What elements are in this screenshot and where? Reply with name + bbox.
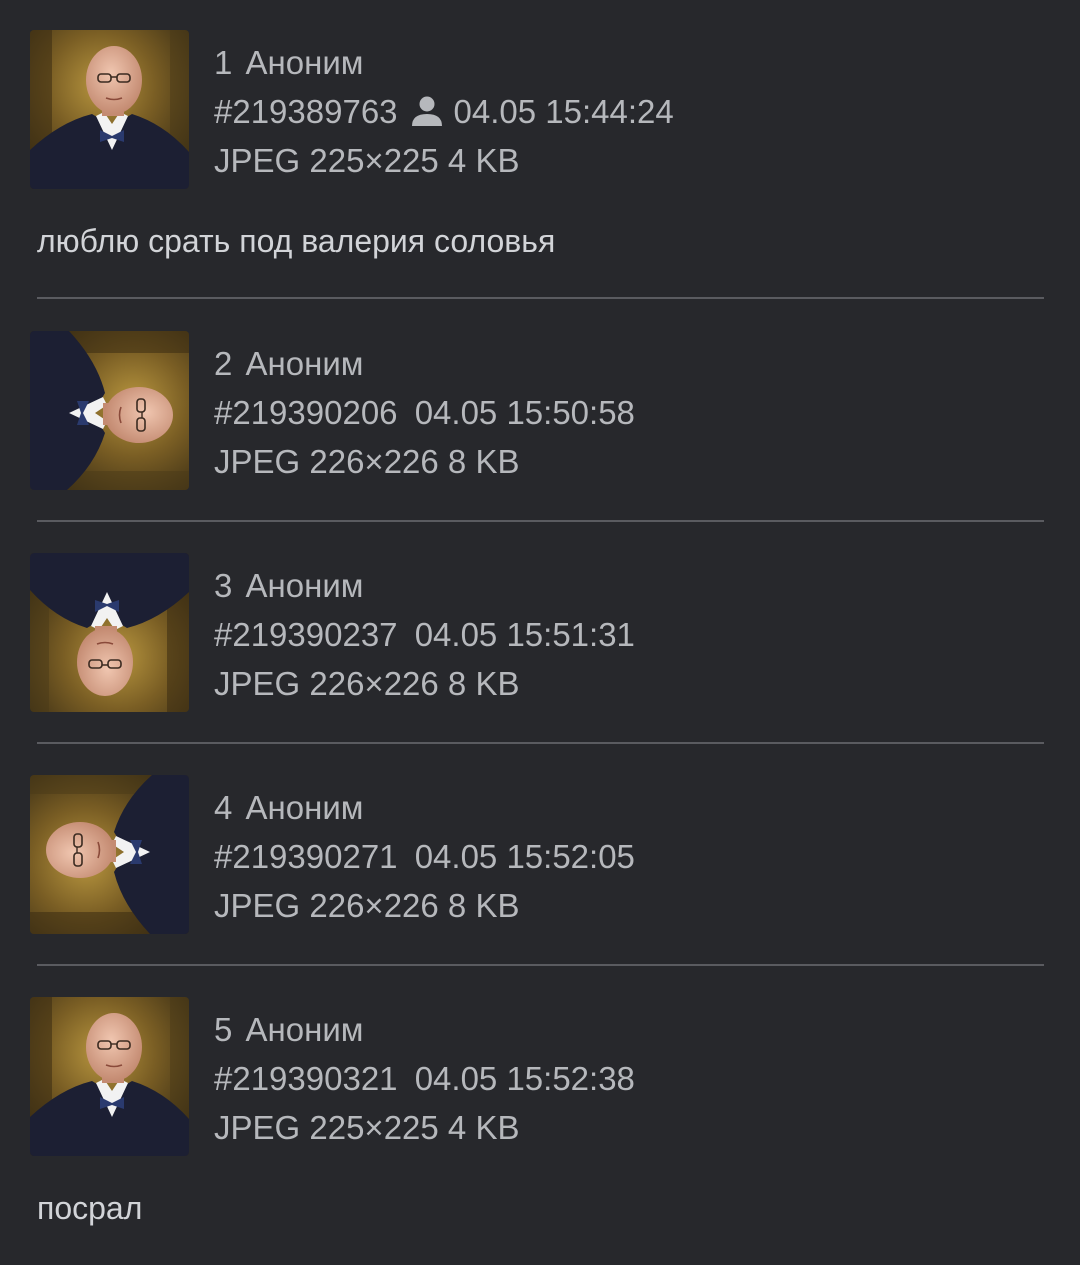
post-datetime: 04.05 15:52:38 <box>414 1060 635 1097</box>
post-comment: посрал <box>37 1190 143 1226</box>
thumbnail-image <box>30 997 189 1156</box>
post-header: 2 Аноним #219390206 04.05 15:50:58 JPEG … <box>214 345 1034 492</box>
person-icon <box>410 95 444 127</box>
post-header: 1 Аноним #219389763 04.05 15:44:24 JPEG 2… <box>214 44 1034 191</box>
file-info-line: JPEG 225×225 4 KB <box>214 1109 1034 1158</box>
post-id-line: #219390237 04.05 15:51:31 <box>214 616 1034 665</box>
post-thumbnail[interactable] <box>30 331 189 490</box>
thumbnail-image <box>30 775 189 934</box>
post-id[interactable]: #219390237 <box>214 616 398 653</box>
post-header: 5 Аноним #219390321 04.05 15:52:38 JPEG … <box>214 1011 1034 1158</box>
thread: 1 Аноним #219389763 04.05 15:44:24 JPEG 2… <box>0 0 1080 1265</box>
post-datetime: 04.05 15:52:05 <box>414 838 635 875</box>
post-author: Аноним <box>245 44 364 81</box>
post-thumbnail[interactable] <box>30 775 189 934</box>
post-thumbnail[interactable] <box>30 553 189 712</box>
file-info[interactable]: JPEG 225×225 4 KB <box>214 1109 519 1146</box>
post-id-line: #219389763 04.05 15:44:24 <box>214 93 1034 142</box>
post-header: 3 Аноним #219390237 04.05 15:51:31 JPEG … <box>214 567 1034 714</box>
post-title-line: 2 Аноним <box>214 345 1034 394</box>
post-number[interactable]: 1 <box>214 44 232 81</box>
file-info[interactable]: JPEG 226×226 8 KB <box>214 443 519 480</box>
post-title-line: 4 Аноним <box>214 789 1034 838</box>
post-thumbnail[interactable] <box>30 30 189 189</box>
file-info-line: JPEG 225×225 4 KB <box>214 142 1034 191</box>
post-number[interactable]: 5 <box>214 1011 232 1048</box>
post-id[interactable]: #219390271 <box>214 838 398 875</box>
post-title-line: 1 Аноним <box>214 44 1034 93</box>
post-number[interactable]: 2 <box>214 345 232 382</box>
thumbnail-image <box>30 30 189 189</box>
file-info-line: JPEG 226×226 8 KB <box>214 443 1034 492</box>
post-author: Аноним <box>245 789 364 826</box>
thumbnail-image <box>30 553 189 712</box>
file-info-line: JPEG 226×226 8 KB <box>214 887 1034 936</box>
post-divider <box>37 297 1044 299</box>
post-author: Аноним <box>245 1011 364 1048</box>
post-comment: люблю срать под валерия соловья <box>37 223 556 259</box>
post-datetime: 04.05 15:44:24 <box>453 93 674 130</box>
post-divider <box>37 964 1044 966</box>
post-author: Аноним <box>245 567 364 604</box>
post-id[interactable]: #219390206 <box>214 394 398 431</box>
thumbnail-image <box>30 331 189 490</box>
post-datetime: 04.05 15:51:31 <box>414 616 635 653</box>
post-id[interactable]: #219389763 <box>214 93 398 130</box>
file-info-line: JPEG 226×226 8 KB <box>214 665 1034 714</box>
file-info[interactable]: JPEG 226×226 8 KB <box>214 665 519 702</box>
post-thumbnail[interactable] <box>30 997 189 1156</box>
post-id-line: #219390321 04.05 15:52:38 <box>214 1060 1034 1109</box>
post-author: Аноним <box>245 345 364 382</box>
post-divider <box>37 742 1044 744</box>
post-id-line: #219390271 04.05 15:52:05 <box>214 838 1034 887</box>
post-number[interactable]: 3 <box>214 567 232 604</box>
post-datetime: 04.05 15:50:58 <box>414 394 635 431</box>
post-title-line: 3 Аноним <box>214 567 1034 616</box>
file-info[interactable]: JPEG 225×225 4 KB <box>214 142 519 179</box>
post-id-line: #219390206 04.05 15:50:58 <box>214 394 1034 443</box>
post-title-line: 5 Аноним <box>214 1011 1034 1060</box>
post-header: 4 Аноним #219390271 04.05 15:52:05 JPEG … <box>214 789 1034 936</box>
file-info[interactable]: JPEG 226×226 8 KB <box>214 887 519 924</box>
post-number[interactable]: 4 <box>214 789 232 826</box>
post-id[interactable]: #219390321 <box>214 1060 398 1097</box>
post-divider <box>37 520 1044 522</box>
